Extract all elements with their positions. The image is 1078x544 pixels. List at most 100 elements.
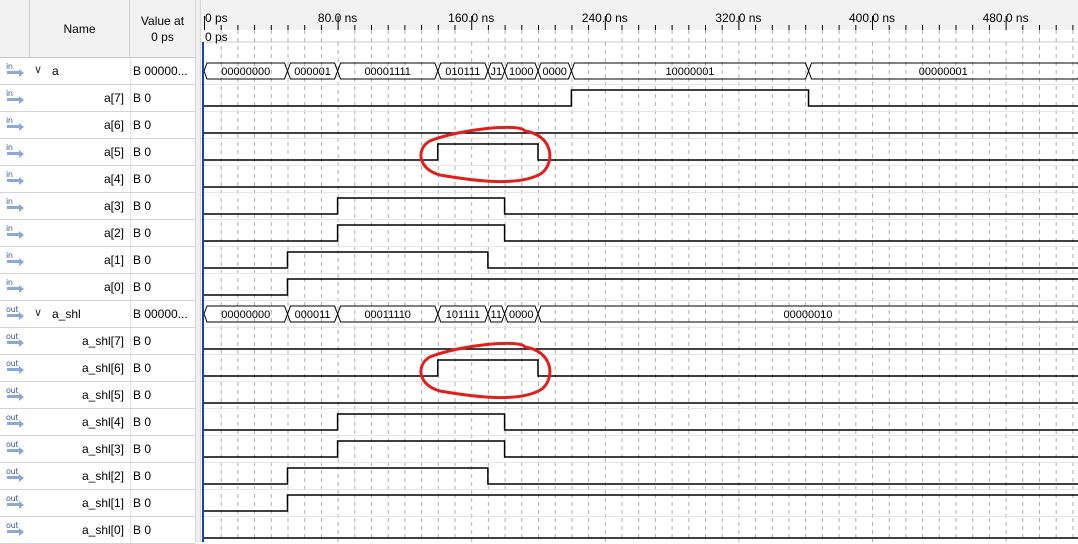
signal-list-panel: Name Value at 0 ps in ∨ a B 00000... in a[7] B… [0, 0, 195, 544]
wave-s3 [204, 440, 1078, 458]
wave-a_shl: 00000000 000011 00011110 101111 11 0000 000000… [203, 305, 1078, 323]
bus-value-label: 11 [491, 309, 502, 321]
tick-label: 400.0 ns [849, 11, 895, 25]
signal-row-s4[interactable]: out a_shl[4] B 0 [0, 409, 195, 436]
cursor-time-label: 0 ps [205, 30, 228, 44]
signal-row-s6[interactable]: out a_shl[6] B 0 [0, 355, 195, 382]
signal-row-a[interactable]: in ∨ a B 00000... [0, 58, 195, 85]
header-value[interactable]: Value at 0 ps [130, 0, 195, 58]
signal-value: B 0 [133, 415, 152, 429]
wave-a7 [204, 89, 1078, 107]
signal-name: a_shl [52, 307, 81, 321]
signal-value: B 0 [133, 496, 152, 510]
minor-grid [220, 30, 1074, 542]
signal-row-a4[interactable]: in a[4] B 0 [0, 166, 195, 193]
signal-value: B 0 [133, 442, 152, 456]
signal-name: a[2] [103, 226, 124, 240]
signal-value: B 0 [133, 253, 152, 267]
signal-row-s1[interactable]: out a_shl[1] B 0 [0, 490, 195, 517]
bus-value-label: 00000000 [221, 66, 270, 78]
header-icon-column [0, 0, 30, 58]
bit-wave [204, 197, 1078, 215]
bus-value-label: J1 [490, 66, 502, 78]
column-divider [130, 490, 131, 516]
signal-row-a2[interactable]: in a[2] B 0 [0, 220, 195, 247]
bit-wave [204, 467, 1078, 485]
bus-value-label: 00001111 [364, 66, 411, 78]
signal-name: a[7] [103, 91, 124, 105]
wave-s1 [204, 494, 1078, 512]
signal-row-a5[interactable]: in a[5] B 0 [0, 139, 195, 166]
wave-s6 [204, 359, 1078, 377]
column-divider [130, 139, 131, 165]
column-divider [130, 274, 131, 300]
column-divider [130, 517, 131, 543]
signal-name: a_shl[7] [81, 334, 124, 348]
bit-wave [204, 494, 1078, 512]
signal-name: a_shl[3] [81, 442, 124, 456]
signal-name: a_shl[6] [81, 361, 124, 375]
column-divider [130, 382, 131, 408]
signal-row-a1[interactable]: in a[1] B 0 [0, 247, 195, 274]
bit-wave [204, 359, 1078, 377]
column-divider [130, 436, 131, 462]
signal-name: a[3] [103, 199, 124, 213]
signal-name: a_shl[0] [81, 523, 124, 537]
signal-value: B 00000... [133, 307, 188, 321]
bus-value-label: 101111 [446, 309, 480, 321]
bus-value-label: 10000001 [665, 66, 714, 78]
signal-row-s7[interactable]: out a_shl[7] B 0 [0, 328, 195, 355]
signal-row-a6[interactable]: in a[6] B 0 [0, 112, 195, 139]
signal-value: B 0 [133, 91, 152, 105]
column-divider [130, 220, 131, 246]
bit-wave [204, 278, 1078, 296]
column-divider [130, 58, 131, 84]
expand-chevron-icon[interactable]: ∨ [34, 63, 42, 76]
expand-chevron-icon[interactable]: ∨ [34, 306, 42, 319]
bit-wave [204, 224, 1078, 242]
signal-name: a [52, 64, 59, 78]
tick-label: 480.0 ns [983, 11, 1029, 25]
signal-row-a3[interactable]: in a[3] B 0 [0, 193, 195, 220]
wave-a0 [204, 278, 1078, 296]
signal-row-a_shl[interactable]: out ∨ a_shl B 00000... [0, 301, 195, 328]
column-divider [130, 301, 131, 327]
major-grid [337, 42, 1007, 542]
tick-label: 240.0 ns [582, 11, 628, 25]
signal-value: B 0 [133, 523, 152, 537]
signal-value: B 0 [133, 388, 152, 402]
signal-name: a_shl[5] [81, 388, 124, 402]
bus-value-label: 000001 [294, 66, 331, 78]
signal-value: B 0 [133, 118, 152, 132]
column-divider [130, 193, 131, 219]
column-divider [130, 112, 131, 138]
signal-row-a0[interactable]: in a[0] B 0 [0, 274, 195, 301]
bus-value-label: 0000 [509, 309, 533, 321]
bus-value-label: 1000 [509, 66, 533, 78]
signal-row-s5[interactable]: out a_shl[5] B 0 [0, 382, 195, 409]
column-divider [130, 355, 131, 381]
wave-s2 [204, 467, 1078, 485]
cursor-label-strip [201, 30, 1078, 42]
annotations [419, 125, 552, 400]
signal-row-a7[interactable]: in a[7] B 0 [0, 85, 195, 112]
column-divider [130, 328, 131, 354]
signal-row-s2[interactable]: out a_shl[2] B 0 [0, 463, 195, 490]
wave-a: 00000000 000001 00001111 010111 J1 1000 0000 10… [203, 62, 1078, 80]
bit-wave [204, 413, 1078, 431]
wave-a2 [204, 224, 1078, 242]
bus-value-label: 0000 [542, 66, 566, 78]
bus-value-label: 00011110 [364, 309, 411, 321]
tick-label: 160.0 ns [448, 11, 494, 25]
bus-value-label: 010111 [445, 66, 480, 78]
header-name[interactable]: Name [30, 0, 130, 58]
wave-a3 [204, 197, 1078, 215]
signal-value: B 0 [133, 469, 152, 483]
waveform-canvas[interactable]: 0 ps 80.0 ns 160.0 ns 240.0 ns 320.0 ns 400.0… [201, 0, 1078, 542]
signal-row-s0[interactable]: out a_shl[0] B 0 [0, 517, 195, 544]
tick-label: 80.0 ns [318, 11, 357, 25]
column-divider [130, 166, 131, 192]
signal-row-s3[interactable]: out a_shl[3] B 0 [0, 436, 195, 463]
bus-value-label: 00000000 [221, 309, 270, 321]
output-pin-icon: out [6, 305, 26, 322]
